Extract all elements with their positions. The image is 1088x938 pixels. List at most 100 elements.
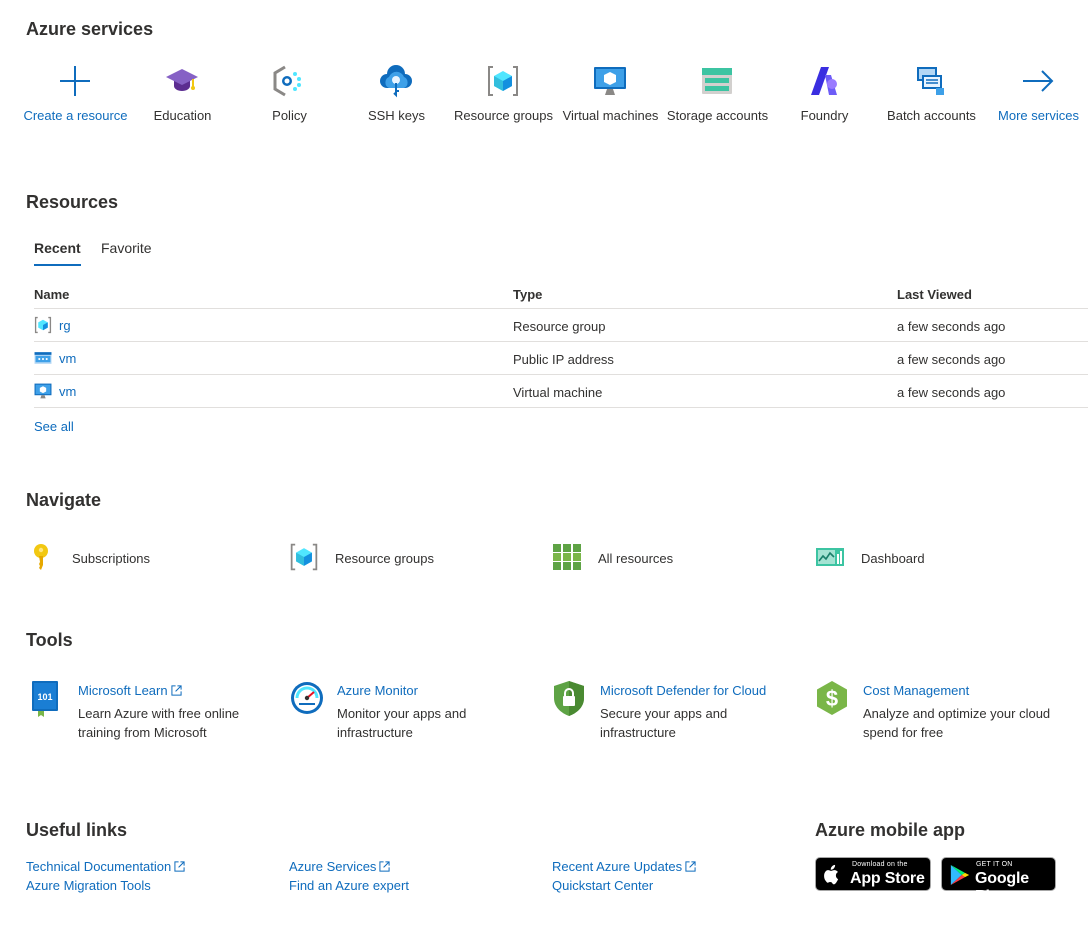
storage-account-icon (702, 68, 732, 94)
foundry-icon (811, 67, 837, 95)
service-label: More services (998, 108, 1079, 123)
policy-icon (273, 65, 301, 97)
table-header: Name Type Last Viewed (34, 276, 1088, 309)
app-store-badge[interactable]: Download on the App Store (815, 857, 931, 891)
link-quickstart-center[interactable]: Quickstart Center (552, 878, 653, 893)
tool-link-cost-management[interactable]: Cost Management (863, 683, 969, 698)
link-azure-services[interactable]: Azure Services (289, 859, 391, 874)
service-education[interactable]: Education (129, 60, 236, 148)
tool-link-microsoft-learn[interactable]: Microsoft Learn (78, 683, 182, 698)
link-recent-azure-updates[interactable]: Recent Azure Updates (552, 859, 696, 874)
service-label: Storage accounts (666, 108, 769, 123)
google-play-icon (950, 865, 970, 885)
grid-icon (553, 544, 581, 570)
tool-microsoft-learn: 101 Microsoft Learn Learn Azure with fre… (30, 680, 270, 750)
row-type: Virtual machine (513, 385, 603, 400)
defender-shield-icon (554, 681, 584, 716)
see-all-link[interactable]: See all (34, 419, 74, 434)
tool-link-azure-monitor[interactable]: Azure Monitor (337, 683, 418, 698)
arrow-right-icon (1023, 70, 1054, 92)
useful-links-title: Useful links (26, 820, 128, 840)
column-header-type[interactable]: Type (513, 287, 542, 302)
tool-azure-monitor: Azure Monitor Monitor your apps and infr… (289, 680, 529, 750)
tool-description: Analyze and optimize your cloud spend fo… (863, 706, 1051, 740)
service-label: Resource groups (454, 108, 553, 123)
resource-group-icon (488, 66, 518, 96)
public-ip-icon (34, 352, 52, 364)
resource-link-vm[interactable]: vm (59, 384, 76, 399)
google-play-big-text: Google Play (975, 870, 1029, 905)
service-label: SSH keys (367, 108, 426, 123)
tool-description: Learn Azure with free online training fr… (78, 706, 240, 740)
tool-link-defender-for-cloud[interactable]: Microsoft Defender for Cloud (600, 683, 766, 698)
column-header-last-viewed[interactable]: Last Viewed (897, 287, 972, 302)
service-ssh-keys[interactable]: SSH keys (343, 60, 450, 148)
navigate-label: All resources (598, 551, 674, 566)
tab-recent[interactable]: Recent (34, 240, 81, 266)
azure-services-title: Azure services (26, 19, 154, 39)
ssh-key-icon (380, 65, 412, 98)
service-more-services[interactable]: More services (985, 60, 1088, 148)
service-foundry[interactable]: Foundry (771, 60, 878, 148)
row-last-viewed: a few seconds ago (897, 385, 1006, 400)
external-link-icon (685, 861, 696, 872)
resources-title: Resources (26, 192, 119, 212)
mobile-app-title: Azure mobile app (815, 820, 966, 840)
key-icon (34, 544, 48, 570)
service-batch-accounts[interactable]: Batch accounts (878, 60, 985, 148)
tool-cost-management: $ Cost Management Analyze and optimize y… (815, 680, 1055, 750)
navigate-label: Resource groups (335, 551, 434, 566)
virtual-machine-icon (34, 383, 52, 399)
external-link-icon (174, 861, 185, 872)
table-row: vm Public IP address a few seconds ago (34, 342, 1088, 375)
service-label: Policy (272, 108, 307, 123)
service-storage-accounts[interactable]: Storage accounts (664, 60, 771, 148)
service-label: Batch accounts (887, 108, 976, 123)
navigate-title: Navigate (26, 490, 102, 510)
education-cap-icon (166, 69, 198, 91)
service-label: Education (153, 108, 212, 123)
table-row: vm Virtual machine a few seconds ago (34, 375, 1088, 408)
google-play-small-text: GET IT ON (976, 861, 1013, 868)
table-row: rg Resource group a few seconds ago (34, 309, 1088, 342)
external-link-icon (379, 861, 391, 872)
service-label: Virtual machines (562, 108, 659, 123)
azure-home-page: Azure services Create a resource Educati… (0, 0, 1088, 938)
resource-link-rg[interactable]: rg (59, 318, 71, 333)
row-last-viewed: a few seconds ago (897, 319, 1006, 334)
navigate-label: Dashboard (861, 551, 925, 566)
azure-services-row: Create a resource Education Policy SSH k… (22, 60, 1088, 150)
link-label: Technical Documentation (26, 859, 172, 874)
resources-table: Name Type Last Viewed rg Resource group … (34, 276, 1088, 408)
service-label: Create a resource (23, 108, 128, 123)
apple-icon (824, 864, 839, 885)
batch-accounts-icon (917, 67, 944, 95)
service-virtual-machines[interactable]: Virtual machines (557, 60, 664, 148)
app-store-small-text: Download on the (852, 861, 908, 868)
tab-favorite[interactable]: Favorite (101, 240, 152, 256)
resource-group-icon (290, 543, 318, 571)
service-resource-groups[interactable]: Resource groups (450, 60, 557, 148)
google-play-badge[interactable]: GET IT ON Google Play (941, 857, 1056, 905)
link-label: Recent Azure Updates (552, 859, 683, 874)
link-technical-documentation[interactable]: Technical Documentation (26, 859, 185, 874)
tools-title: Tools (26, 630, 73, 650)
learn-book-icon: 101 (32, 681, 58, 717)
resource-link-vm-ip[interactable]: vm (59, 351, 76, 366)
navigate-label: Subscriptions (72, 551, 151, 566)
row-type: Resource group (513, 319, 606, 334)
service-policy[interactable]: Policy (236, 60, 343, 148)
row-name-cell: vm (34, 349, 76, 367)
link-azure-migration-tools[interactable]: Azure Migration Tools (26, 878, 151, 893)
column-header-name[interactable]: Name (34, 287, 69, 302)
cost-dollar-icon: $ (817, 681, 847, 715)
link-find-azure-expert[interactable]: Find an Azure expert (289, 878, 409, 893)
row-type: Public IP address (513, 352, 614, 367)
resource-group-icon (34, 316, 52, 334)
monitor-gauge-icon (291, 682, 323, 714)
tool-defender-for-cloud: Microsoft Defender for Cloud Secure your… (552, 680, 792, 750)
svg-text:101: 101 (37, 692, 52, 702)
row-name-cell: rg (34, 316, 71, 334)
plus-icon (60, 66, 90, 96)
service-create-resource[interactable]: Create a resource (22, 60, 129, 148)
